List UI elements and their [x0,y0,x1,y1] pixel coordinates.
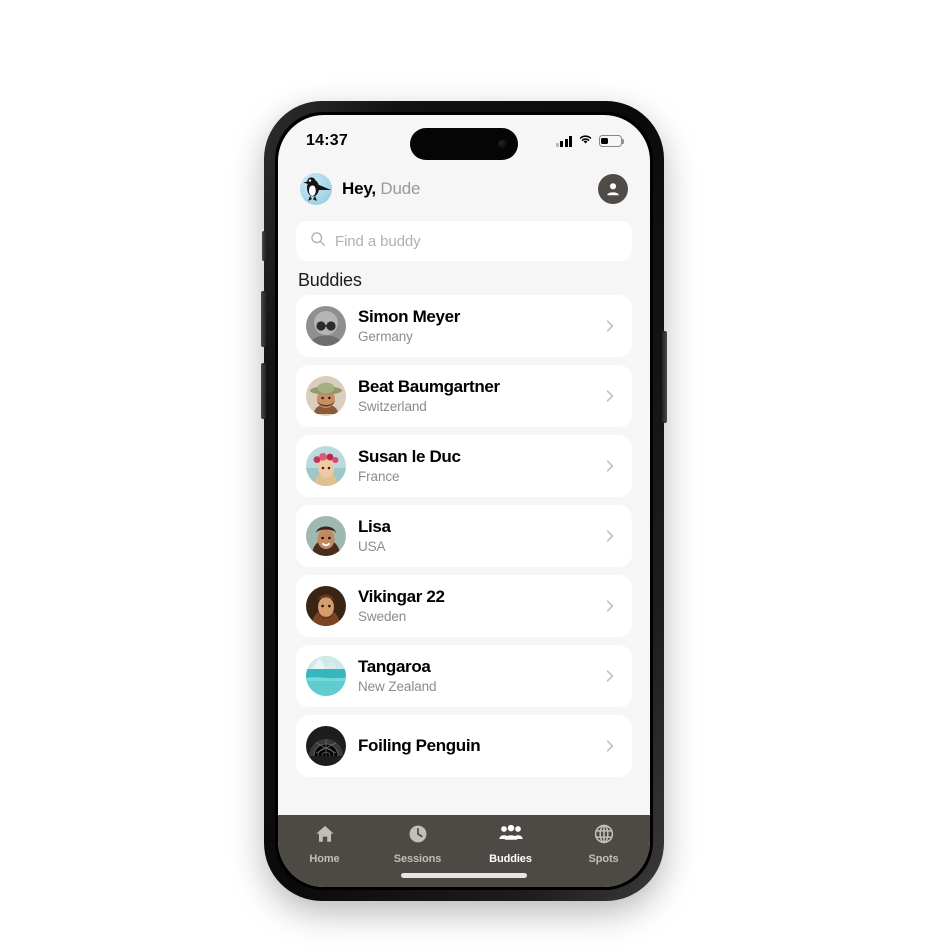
buddy-meta: Susan le Duc France [358,447,590,486]
search-section: Find a buddy [278,221,650,261]
status-bar-time: 14:37 [306,132,348,149]
phone-frame: 14:37 Hey, Dude Find a buddy Buddies Sim… [261,101,667,901]
buddy-row[interactable]: Simon Meyer Germany [296,295,632,357]
buddy-meta: Lisa USA [358,517,590,556]
silence-switch-button[interactable] [262,231,266,261]
tab-label: Buddies [489,853,532,865]
buddy-name: Vikingar 22 [358,586,445,606]
tab-label: Sessions [393,853,442,865]
search-input[interactable]: Find a buddy [296,221,632,261]
globe-icon [593,823,615,850]
volume-down-button[interactable] [261,363,266,419]
buddy-list[interactable]: Simon Meyer Germany Beat Baumgartner Switze… [278,295,650,887]
avatar-man-hat-beard [306,376,346,416]
profile-avatar-button[interactable] [598,174,628,204]
buddy-meta: Tangaroa New Zealand [358,657,590,696]
avatar-woman-flower-crown [306,446,346,486]
buddy-row[interactable]: Beat Baumgartner Switzerland [296,365,632,427]
buddy-name: Lisa [358,516,391,536]
buddy-name: Foiling Penguin [358,735,481,755]
tab-label: Spots [588,853,619,865]
status-bar-indicators [555,126,625,150]
phone-bezel: 14:37 Hey, Dude Find a buddy Buddies Sim… [275,112,653,890]
avatar-smiling-woman [306,516,346,556]
buddy-country: USA [358,538,386,554]
chevron-right-icon[interactable] [602,528,618,544]
tab-home[interactable]: Home [278,823,371,865]
tab-label: Home [309,853,340,865]
battery-icon [599,135,625,147]
clock-icon [407,823,429,850]
buddy-country: New Zealand [358,678,437,694]
buddy-country: Switzerland [358,398,427,414]
chevron-right-icon[interactable] [602,598,618,614]
avatar-grayscale-sunglasses [306,306,346,346]
buddy-name: Beat Baumgartner [358,376,500,396]
home-indicator[interactable] [401,873,527,878]
buddy-row[interactable]: Susan le Duc France [296,435,632,497]
home-icon [314,823,336,850]
buddy-meta: Simon Meyer Germany [358,307,590,346]
people-icon [498,823,523,850]
buddy-name: Susan le Duc [358,446,461,466]
buddy-row[interactable]: Lisa USA [296,505,632,567]
tab-spots[interactable]: Spots [557,823,650,865]
greeting-group: Hey, Dude [300,173,420,205]
buddy-name: Simon Meyer [358,306,460,326]
buddy-meta: Vikingar 22 Sweden [358,587,590,626]
greeting-hey: Hey, [342,179,376,198]
screenshot-canvas: 14:37 Hey, Dude Find a buddy Buddies Sim… [0,0,952,952]
buddy-country: Sweden [358,608,407,624]
person-circle-icon [607,183,619,196]
volume-up-button[interactable] [261,291,266,347]
wifi-icon [578,132,593,150]
phone-screen: 14:37 Hey, Dude Find a buddy Buddies Sim… [278,115,650,887]
cellular-bars-icon [555,135,572,147]
buddy-name: Tangaroa [358,656,431,676]
front-camera-icon [498,139,507,149]
chevron-right-icon[interactable] [602,458,618,474]
buddy-country: Germany [358,328,413,344]
chevron-right-icon[interactable] [602,318,618,334]
app-header: Hey, Dude [278,161,650,217]
buddy-row[interactable]: Tangaroa New Zealand [296,645,632,707]
greeting-text: Hey, Dude [342,179,420,199]
page-title: Buddies [298,270,362,290]
chevron-right-icon[interactable] [602,668,618,684]
greeting-name: Dude [380,179,421,198]
buddy-meta: Foiling Penguin [358,736,590,756]
penguin-logo-icon [300,173,332,205]
buddy-meta: Beat Baumgartner Switzerland [358,377,590,416]
tab-sessions[interactable]: Sessions [371,823,464,865]
dynamic-island [410,128,518,160]
power-button[interactable] [662,331,667,423]
avatar-dark-dome [306,726,346,766]
chevron-right-icon[interactable] [602,738,618,754]
avatar-ocean-island [306,656,346,696]
search-placeholder: Find a buddy [335,232,421,250]
buddy-row[interactable]: Vikingar 22 Sweden [296,575,632,637]
buddy-row[interactable]: Foiling Penguin [296,715,632,777]
tab-buddies[interactable]: Buddies [464,823,557,865]
buddy-country: France [358,468,400,484]
avatar-viking-man [306,586,346,626]
search-icon [310,231,326,252]
chevron-right-icon[interactable] [602,388,618,404]
